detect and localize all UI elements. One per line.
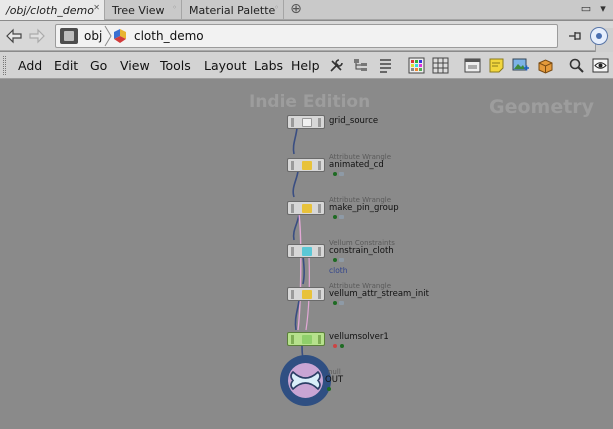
node-name: vellum_attr_stream_init <box>329 289 429 299</box>
menu-layout[interactable]: Layout <box>204 52 247 79</box>
wrangle-icon <box>302 204 312 213</box>
pane-menu-icon[interactable]: ▾ <box>596 2 610 16</box>
path-bar: obj cloth_demo ▼ <box>0 21 613 52</box>
link-group-icon[interactable] <box>590 27 608 45</box>
vellum-constraint-icon <box>302 247 312 256</box>
node-name: OUT <box>325 375 344 385</box>
display-flag-icon <box>340 344 344 348</box>
tab-label: Material Palette <box>189 3 276 17</box>
display-flag-icon <box>333 172 337 176</box>
back-arrow-icon[interactable] <box>4 27 24 45</box>
obj-network-icon <box>60 28 78 44</box>
package-icon[interactable] <box>537 57 554 74</box>
tree-icon[interactable] <box>352 57 369 74</box>
forward-arrow-icon[interactable] <box>27 27 47 45</box>
info-icon <box>339 215 344 219</box>
null-icon <box>290 370 321 391</box>
wrangle-icon <box>302 290 312 299</box>
info-icon <box>339 301 344 305</box>
vellum-solver-icon <box>302 335 312 344</box>
pane-tab-bar: /obj/cloth_demo ✕ Tree View ◦ Material P… <box>0 0 613 20</box>
wrangle-icon <box>302 161 312 170</box>
network-path-field[interactable]: obj cloth_demo ▼ <box>55 24 613 52</box>
node-name: make_pin_group <box>329 203 399 213</box>
menu-add[interactable]: Add <box>18 52 42 79</box>
eye-icon[interactable] <box>592 57 609 74</box>
network-box-icon[interactable] <box>464 57 481 74</box>
close-icon[interactable]: ◦ <box>172 3 177 12</box>
node-make-pin-group[interactable] <box>287 201 325 215</box>
list-icon[interactable] <box>377 57 394 74</box>
breadcrumb-current[interactable]: cloth_demo <box>112 25 204 47</box>
grid-icon <box>302 118 312 127</box>
display-flag-icon <box>333 258 337 262</box>
display-flag-icon <box>333 301 337 305</box>
node-animated-cd[interactable] <box>287 158 325 172</box>
tab-label: /obj/cloth_demo <box>6 3 94 17</box>
pin-icon[interactable] <box>566 27 584 45</box>
node-grid-source[interactable] <box>287 115 325 129</box>
menu-tools[interactable]: Tools <box>160 52 191 79</box>
grid-color-icon[interactable] <box>408 57 425 74</box>
network-menu-bar: Add Edit Go View Tools Layout Labs Help <box>0 52 613 79</box>
node-name: constrain_cloth <box>329 246 394 256</box>
network-canvas[interactable]: Indie Edition Geometry grid_source Attri… <box>0 80 613 429</box>
node-vellumsolver1[interactable] <box>287 332 325 346</box>
menu-go[interactable]: Go <box>90 52 107 79</box>
close-icon[interactable]: ◦ <box>274 3 279 12</box>
sticky-note-icon[interactable] <box>488 57 505 74</box>
tab-tree-view[interactable]: Tree View ◦ <box>106 0 182 20</box>
breadcrumb-obj-label: obj <box>84 29 103 43</box>
grid-icon[interactable] <box>432 57 449 74</box>
search-icon[interactable] <box>568 57 585 74</box>
image-icon[interactable] <box>512 57 529 74</box>
tab-material-palette[interactable]: Material Palette ◦ <box>183 0 284 20</box>
tab-label: Tree View <box>112 3 165 17</box>
menu-help[interactable]: Help <box>291 52 320 79</box>
wire-label: cloth <box>329 266 348 275</box>
menu-edit[interactable]: Edit <box>54 52 78 79</box>
menu-labs[interactable]: Labs <box>254 52 283 79</box>
tab-network-path[interactable]: /obj/cloth_demo ✕ <box>0 0 105 20</box>
node-name: animated_cd <box>329 160 384 170</box>
add-tab-icon[interactable]: ⊕ <box>288 2 304 18</box>
maximize-icon[interactable]: ▭ <box>579 2 593 16</box>
node-name: vellumsolver1 <box>329 332 389 342</box>
display-flag-icon <box>327 387 331 391</box>
breadcrumb-current-label: cloth_demo <box>134 29 204 43</box>
node-constrain-cloth[interactable] <box>287 244 325 258</box>
node-out[interactable] <box>280 355 331 406</box>
breadcrumb-obj[interactable]: obj <box>60 25 102 47</box>
close-icon[interactable]: ✕ <box>93 3 100 12</box>
display-flag-icon <box>333 215 337 219</box>
wrench-icon[interactable] <box>328 57 345 74</box>
warning-flag-icon <box>333 344 337 348</box>
toolbar-grip[interactable] <box>3 56 6 75</box>
geometry-node-icon <box>114 29 126 43</box>
menu-view[interactable]: View <box>120 52 150 79</box>
info-icon <box>339 172 344 176</box>
node-name: grid_source <box>329 116 379 126</box>
info-icon <box>339 258 344 262</box>
node-vellum-attr-stream-init[interactable] <box>287 287 325 301</box>
